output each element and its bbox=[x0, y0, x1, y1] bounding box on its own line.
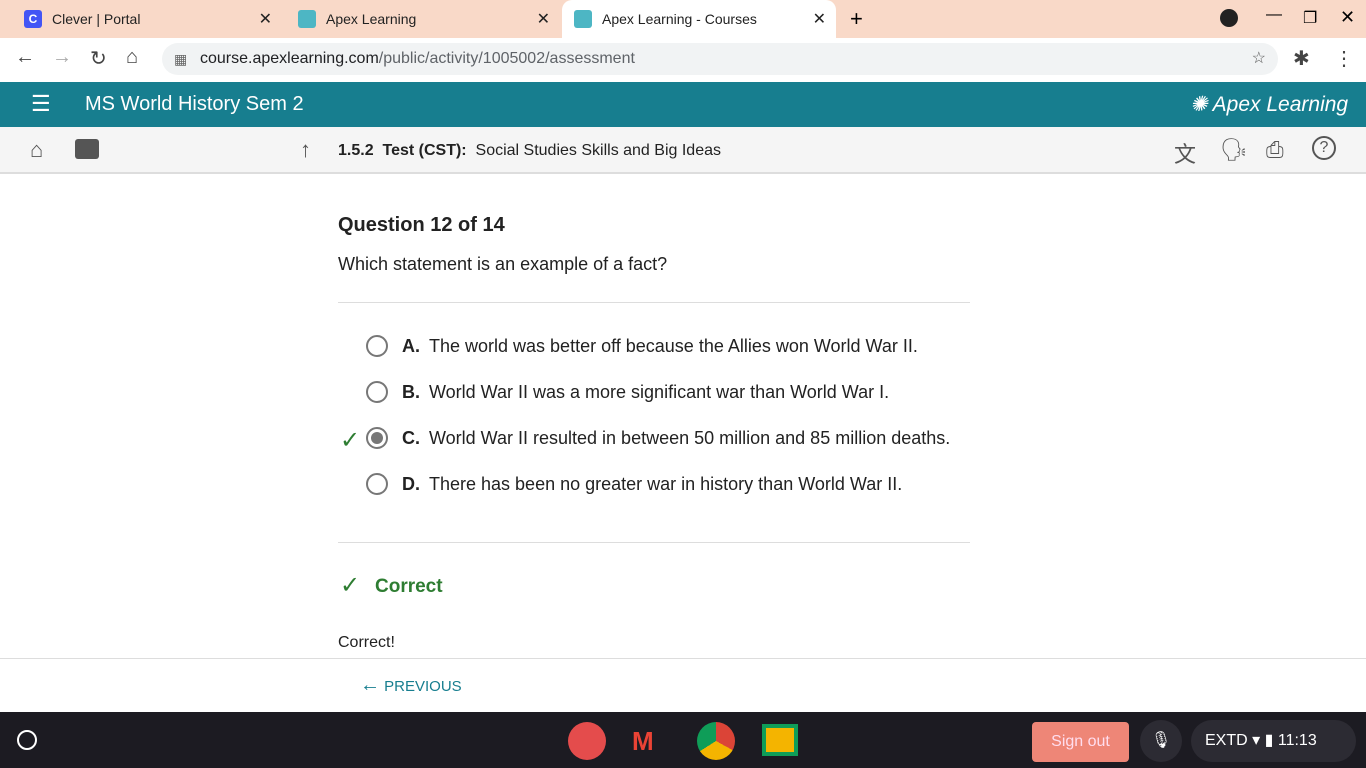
tab-clever[interactable]: C Clever | Portal ✕ bbox=[12, 0, 282, 38]
url-host: course.apexlearning.com bbox=[200, 50, 379, 67]
option-d[interactable]: D. There has been no greater war in histo… bbox=[366, 473, 902, 495]
close-tab-icon[interactable]: ✕ bbox=[259, 9, 272, 29]
activity-bar: ⌂ ↑ 1.5.2 Test (CST): Social Studies Ski… bbox=[0, 127, 1366, 174]
radio-button[interactable] bbox=[366, 381, 388, 403]
close-window-icon[interactable]: ✕ bbox=[1340, 7, 1355, 28]
sign-out-button[interactable]: Sign out bbox=[1032, 722, 1129, 762]
launcher-icon[interactable] bbox=[17, 730, 37, 750]
feedback-text: Correct! bbox=[338, 634, 395, 651]
previous-button[interactable]: ← PREVIOUS bbox=[360, 674, 462, 697]
option-c[interactable]: C. World War II resulted in between 50 mi… bbox=[366, 427, 950, 449]
hamburger-icon[interactable]: ☰ bbox=[31, 91, 51, 117]
check-icon: ✓ bbox=[340, 427, 361, 454]
chrome-icon[interactable] bbox=[697, 722, 735, 760]
course-title: MS World History Sem 2 bbox=[85, 93, 304, 115]
apex-icon bbox=[298, 10, 316, 28]
help-icon[interactable]: ? bbox=[1312, 136, 1336, 160]
close-tab-icon[interactable]: ✕ bbox=[537, 9, 550, 29]
minimize-icon[interactable]: — bbox=[1266, 6, 1282, 24]
up-arrow-icon[interactable]: ↑ bbox=[300, 137, 311, 163]
option-letter: C. bbox=[402, 427, 420, 448]
question-counter: Question 12 of 14 bbox=[338, 214, 505, 236]
new-tab-icon[interactable]: + bbox=[850, 6, 863, 32]
extensions-icon[interactable]: ✱ bbox=[1293, 46, 1310, 71]
tab-title: Clever | Portal bbox=[52, 11, 141, 27]
course-header: ☰ MS World History Sem 2 ✺ Apex Learning bbox=[0, 82, 1366, 127]
previous-label: PREVIOUS bbox=[384, 678, 462, 695]
clock: 11:13 bbox=[1277, 732, 1317, 749]
back-icon[interactable]: ← bbox=[15, 46, 35, 69]
option-a[interactable]: A. The world was better off because the A… bbox=[366, 335, 918, 357]
site-info-icon[interactable]: ▦ bbox=[174, 43, 187, 75]
home-icon[interactable]: ⌂ bbox=[126, 46, 138, 69]
reload-icon[interactable]: ↻ bbox=[90, 46, 107, 71]
read-aloud-icon[interactable]: 🗣 bbox=[1220, 137, 1248, 163]
option-letter: D. bbox=[402, 473, 420, 494]
apex-icon bbox=[574, 10, 592, 28]
address-bar: ← → ↻ ⌂ course.apexlearning.com/public/a… bbox=[0, 38, 1366, 82]
gmail-icon[interactable]: M bbox=[632, 726, 670, 756]
classroom-icon[interactable] bbox=[762, 724, 798, 756]
option-text: World War II was a more significant war … bbox=[429, 381, 890, 402]
briefcase-icon[interactable] bbox=[75, 139, 99, 159]
wifi-icon: ▾ bbox=[1252, 732, 1261, 749]
divider bbox=[338, 302, 970, 303]
option-letter: B. bbox=[402, 381, 420, 402]
result-label: Correct bbox=[375, 576, 443, 597]
star-icon[interactable]: ☆ bbox=[1252, 43, 1266, 75]
radio-button-selected[interactable] bbox=[366, 427, 388, 449]
apex-logo: ✺ Apex Learning bbox=[1190, 93, 1349, 116]
url-input[interactable]: course.apexlearning.com/public/activity/… bbox=[162, 43, 1278, 75]
tab-search-icon[interactable] bbox=[1220, 9, 1238, 27]
question-prompt: Which statement is an example of a fact? bbox=[338, 254, 668, 274]
option-text: There has been no greater war in history… bbox=[429, 473, 903, 494]
translate-icon[interactable]: 文 bbox=[1174, 137, 1196, 169]
option-text: The world was better off because the All… bbox=[429, 335, 918, 356]
home-icon[interactable]: ⌂ bbox=[30, 137, 43, 163]
restore-icon[interactable]: ❐ bbox=[1303, 8, 1317, 28]
print-icon[interactable]: ⎙ bbox=[1266, 137, 1284, 163]
footer-nav: ← PREVIOUS bbox=[0, 658, 1366, 712]
tab-title: Apex Learning bbox=[326, 11, 417, 27]
check-icon: ✓ bbox=[340, 572, 361, 599]
option-text: World War II resulted in between 50 mill… bbox=[429, 427, 951, 448]
option-b[interactable]: B. World War II was a more significant wa… bbox=[366, 381, 889, 403]
activity-number: 1.5.2 bbox=[338, 142, 374, 159]
canvas-app-icon[interactable] bbox=[568, 722, 606, 760]
activity-title: Social Studies Skills and Big Ideas bbox=[475, 142, 721, 159]
radio-button[interactable] bbox=[366, 473, 388, 495]
forward-icon[interactable]: → bbox=[52, 46, 72, 69]
divider bbox=[338, 542, 970, 543]
activity-type: Test (CST): bbox=[382, 142, 467, 159]
logo-text: Apex Learning bbox=[1212, 93, 1349, 116]
menu-icon[interactable]: ⋮ bbox=[1334, 46, 1354, 71]
arrow-left-icon: ← bbox=[360, 674, 380, 696]
status-label: EXTD bbox=[1205, 732, 1248, 749]
tab-apex-courses[interactable]: Apex Learning - Courses ✕ bbox=[562, 0, 836, 38]
system-shelf: M Sign out 🎙 EXTD ▾ ▮ 11:13 bbox=[0, 712, 1366, 768]
close-tab-icon[interactable]: ✕ bbox=[813, 9, 826, 29]
tab-strip: C Clever | Portal ✕ Apex Learning ✕ Apex… bbox=[0, 0, 1366, 38]
battery-icon: ▮ bbox=[1264, 732, 1274, 749]
url-path: /public/activity/1005002/assessment bbox=[378, 50, 635, 67]
tab-title: Apex Learning - Courses bbox=[602, 11, 757, 27]
clever-icon: C bbox=[24, 10, 42, 28]
status-tray[interactable]: EXTD ▾ ▮ 11:13 bbox=[1191, 720, 1356, 762]
option-letter: A. bbox=[402, 335, 420, 356]
microphone-icon[interactable]: 🎙 bbox=[1140, 720, 1182, 762]
radio-button[interactable] bbox=[366, 335, 388, 357]
tab-apex[interactable]: Apex Learning ✕ bbox=[286, 0, 560, 38]
